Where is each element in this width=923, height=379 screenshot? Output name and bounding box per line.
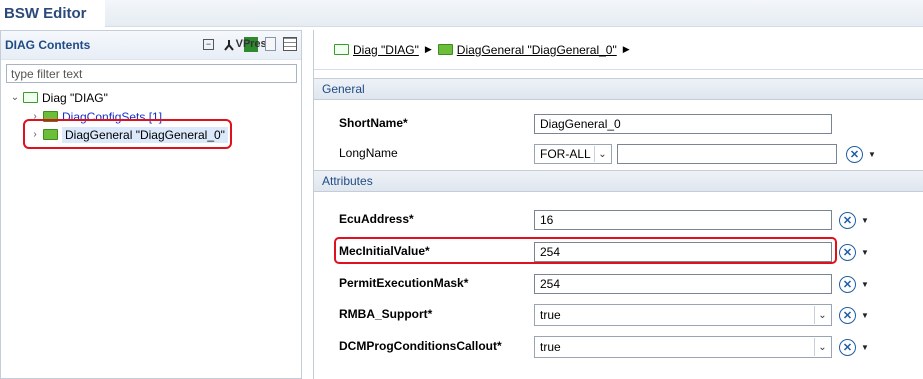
- longname-label: LongName: [339, 146, 398, 160]
- section-general: ShortName* DiagGeneral_0 LongName FOR-AL…: [314, 100, 923, 170]
- dcmprogconditionscallout-select[interactable]: true ⌄: [534, 336, 832, 358]
- dcmprogconditionscallout-label: DCMProgConditionsCallout*: [339, 339, 502, 353]
- clear-value-icon[interactable]: ✕: [839, 339, 856, 356]
- breadcrumb-label: DiagGeneral "DiagGeneral_0": [456, 42, 617, 57]
- rmbasupport-select[interactable]: true ⌄: [534, 304, 832, 326]
- chevron-down-icon[interactable]: ⌄: [814, 306, 830, 324]
- vp-res-icon-text-top: VP: [235, 38, 251, 50]
- chevron-down-icon[interactable]: ⌄: [814, 338, 830, 356]
- dcmprogconditionscallout-row: DCMProgConditionsCallout* true ⌄ ✕ ▼: [314, 331, 923, 363]
- folder-open-icon: [334, 44, 349, 55]
- clear-value-icon[interactable]: ✕: [839, 276, 856, 293]
- link-icon[interactable]: [221, 37, 237, 53]
- breadcrumb-label: Diag "DIAG": [353, 42, 419, 57]
- dropdown-caret-icon[interactable]: ▼: [868, 150, 876, 159]
- clear-value-icon[interactable]: ✕: [839, 212, 856, 229]
- contents-panel-header: DIAG Contents − VP res: [1, 31, 301, 60]
- permitexecutionmask-actions: ✕ ▼: [839, 276, 869, 293]
- document-icon[interactable]: [265, 37, 276, 51]
- ecuaddress-value: 16: [540, 213, 554, 227]
- dropdown-caret-icon[interactable]: ▼: [861, 216, 869, 225]
- breadcrumb-separator-icon[interactable]: ▶: [425, 44, 432, 55]
- permitexecutionmask-label: PermitExecutionMask*: [339, 276, 469, 290]
- tree-filter-placeholder: type filter text: [11, 66, 83, 81]
- longname-field[interactable]: [617, 144, 837, 164]
- clear-value-icon[interactable]: ✕: [839, 244, 856, 261]
- permitexecutionmask-field[interactable]: 254: [534, 274, 832, 294]
- tree-node-diag[interactable]: ⌄ Diag "DIAG": [9, 89, 108, 106]
- breadcrumb: Diag "DIAG" ▶ DiagGeneral "DiagGeneral_0…: [314, 30, 923, 70]
- grid-icon[interactable]: [283, 37, 297, 51]
- breadcrumb-item-diag[interactable]: Diag "DIAG": [334, 43, 419, 57]
- ecuaddress-label: EcuAddress*: [339, 212, 414, 226]
- ecuaddress-actions: ✕ ▼: [839, 212, 869, 229]
- tree-node-label: Diag "DIAG": [42, 90, 108, 105]
- dropdown-caret-icon[interactable]: ▼: [861, 248, 869, 257]
- longname-language-value: FOR-ALL: [540, 147, 591, 161]
- rmbasupport-label: RMBA_Support*: [339, 307, 433, 321]
- chevron-down-icon[interactable]: ⌄: [594, 146, 610, 162]
- folder-open-icon: [23, 92, 38, 103]
- clear-value-icon[interactable]: ✕: [846, 146, 863, 163]
- contents-toolbar: − VP res: [203, 37, 297, 53]
- section-title: General: [322, 82, 365, 96]
- shortname-row: ShortName* DiagGeneral_0: [314, 108, 923, 140]
- tree-node-highlight: [23, 119, 232, 149]
- folder-icon: [437, 44, 453, 55]
- longname-language-select[interactable]: FOR-ALL ⌄: [534, 144, 612, 164]
- longname-row: LongName FOR-ALL ⌄ ✕ ▼: [314, 138, 923, 170]
- ecuaddress-row: EcuAddress* 16 ✕ ▼: [314, 204, 923, 236]
- longname-actions: ✕ ▼: [846, 146, 876, 163]
- mecinitialvalue-row: MecInitialValue* 254 ✕ ▼: [314, 236, 923, 268]
- ecuaddress-field[interactable]: 16: [534, 210, 832, 230]
- vp-res-icon-text-bottom: res: [250, 38, 267, 50]
- section-attributes-header[interactable]: Attributes: [314, 170, 923, 192]
- dropdown-caret-icon[interactable]: ▼: [861, 311, 869, 320]
- rmbasupport-row: RMBA_Support* true ⌄ ✕ ▼: [314, 299, 923, 331]
- breadcrumb-item-diaggeneral[interactable]: DiagGeneral "DiagGeneral_0": [437, 42, 617, 57]
- tree-filter-input[interactable]: type filter text: [6, 64, 297, 83]
- dropdown-caret-icon[interactable]: ▼: [861, 343, 869, 352]
- dcmprogconditionscallout-actions: ✕ ▼: [839, 339, 869, 356]
- contents-panel: DIAG Contents − VP res type filter text ⌄…: [0, 30, 302, 379]
- shortname-value: DiagGeneral_0: [540, 117, 621, 131]
- breadcrumb-separator-icon[interactable]: ▶: [623, 44, 630, 55]
- mecinitialvalue-highlight: [334, 237, 837, 264]
- section-title: Attributes: [322, 174, 373, 188]
- rmbasupport-value: true: [540, 308, 561, 322]
- dropdown-caret-icon[interactable]: ▼: [861, 280, 869, 289]
- shortname-field[interactable]: DiagGeneral_0: [534, 114, 832, 134]
- permitexecutionmask-row: PermitExecutionMask* 254 ✕ ▼: [314, 268, 923, 300]
- permitexecutionmask-value: 254: [540, 277, 561, 291]
- section-general-header[interactable]: General: [314, 78, 923, 100]
- rmbasupport-actions: ✕ ▼: [839, 307, 869, 324]
- clear-value-icon[interactable]: ✕: [839, 307, 856, 324]
- editor-title: BSW Editor: [4, 5, 87, 22]
- collapse-all-icon[interactable]: −: [203, 39, 214, 50]
- mecinitialvalue-actions: ✕ ▼: [839, 244, 869, 261]
- dcmprogconditionscallout-value: true: [540, 340, 561, 354]
- expanded-chevron-icon[interactable]: ⌄: [9, 92, 21, 103]
- properties-panel: Diag "DIAG" ▶ DiagGeneral "DiagGeneral_0…: [313, 30, 923, 379]
- contents-panel-title: DIAG Contents: [5, 38, 91, 52]
- shortname-label: ShortName*: [339, 116, 408, 130]
- vp-res-icon[interactable]: VP res: [236, 37, 267, 52]
- section-attributes: EcuAddress* 16 ✕ ▼ MecInitialValue* 254 …: [314, 192, 923, 379]
- editor-title-bar: BSW Editor: [0, 0, 105, 27]
- title-strip: [105, 0, 923, 27]
